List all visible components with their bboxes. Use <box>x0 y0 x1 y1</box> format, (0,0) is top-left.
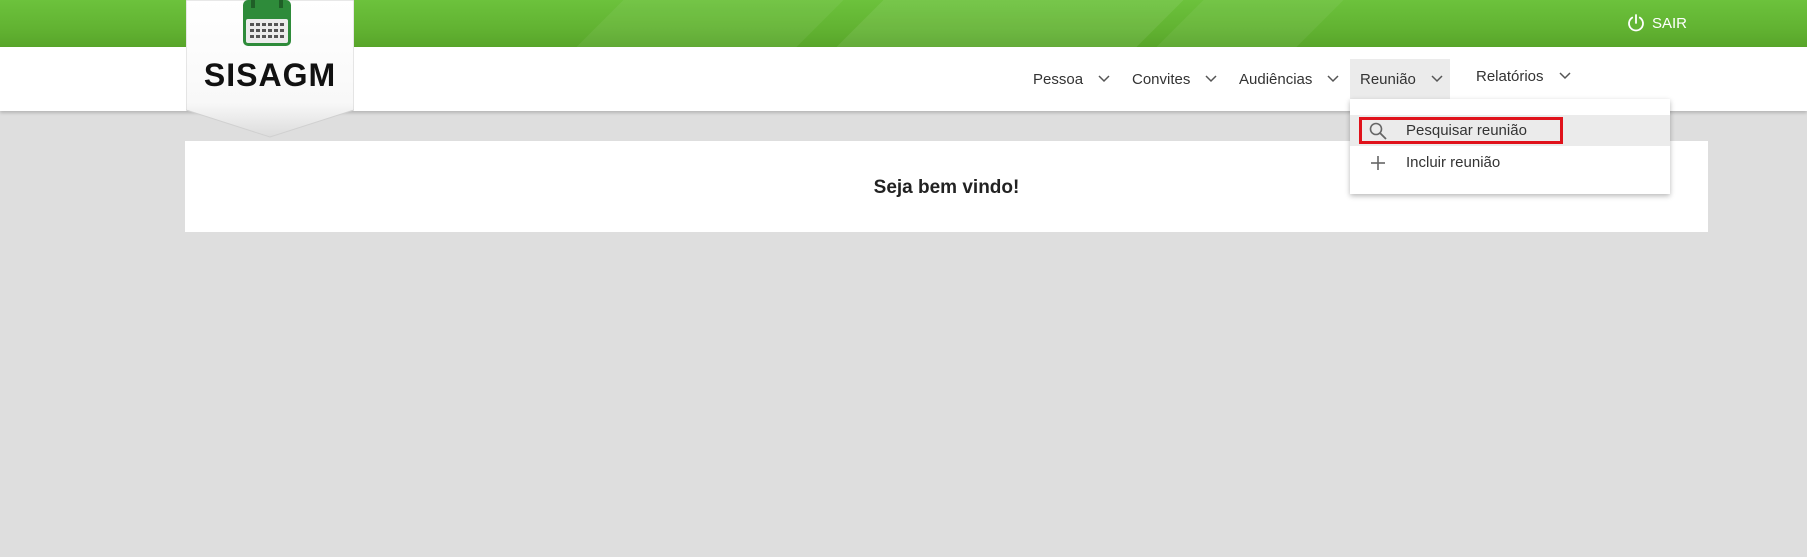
nav-item-label: Convites <box>1132 70 1191 88</box>
search-icon <box>1369 122 1387 140</box>
topbar-decoration <box>576 0 844 47</box>
reuniao-dropdown-menu: Pesquisar reunião Incluir reunião <box>1350 99 1670 194</box>
nav-item-label: Reunião <box>1360 70 1416 88</box>
nav-item-pessoa[interactable]: Pessoa <box>1033 59 1110 99</box>
chevron-down-icon <box>1431 75 1443 83</box>
nav-item-reuniao[interactable]: Reunião <box>1350 59 1450 99</box>
chevron-down-icon <box>1098 75 1110 83</box>
nav-item-audiencias[interactable]: Audiências <box>1239 59 1339 99</box>
nav-item-label: Audiências <box>1239 70 1313 88</box>
nav-item-relatorios[interactable]: Relatórios <box>1476 56 1571 96</box>
power-icon <box>1628 14 1644 32</box>
chevron-down-icon <box>1327 75 1339 83</box>
logout-button[interactable]: SAIR <box>1626 13 1687 33</box>
menu-item-label: Incluir reunião <box>1406 154 1501 171</box>
menu-item-incluir-reuniao[interactable]: Incluir reunião <box>1350 147 1670 178</box>
chevron-down-icon <box>1205 75 1217 83</box>
nav-item-label: Relatórios <box>1476 67 1544 85</box>
topbar-decoration <box>836 0 1184 47</box>
plus-icon <box>1371 156 1385 170</box>
chevron-down-icon <box>1559 72 1571 80</box>
logo[interactable]: SISAGM <box>186 0 354 138</box>
nav-item-label: Pessoa <box>1033 70 1084 88</box>
calendar-icon <box>243 0 291 46</box>
menu-item-pesquisar-reuniao[interactable]: Pesquisar reunião <box>1350 115 1670 146</box>
logout-label: SAIR <box>1651 14 1687 32</box>
topbar-decoration <box>1156 0 1344 47</box>
nav-item-convites[interactable]: Convites <box>1132 59 1217 99</box>
logo-text: SISAGM <box>203 57 337 93</box>
menu-item-label: Pesquisar reunião <box>1406 122 1527 139</box>
